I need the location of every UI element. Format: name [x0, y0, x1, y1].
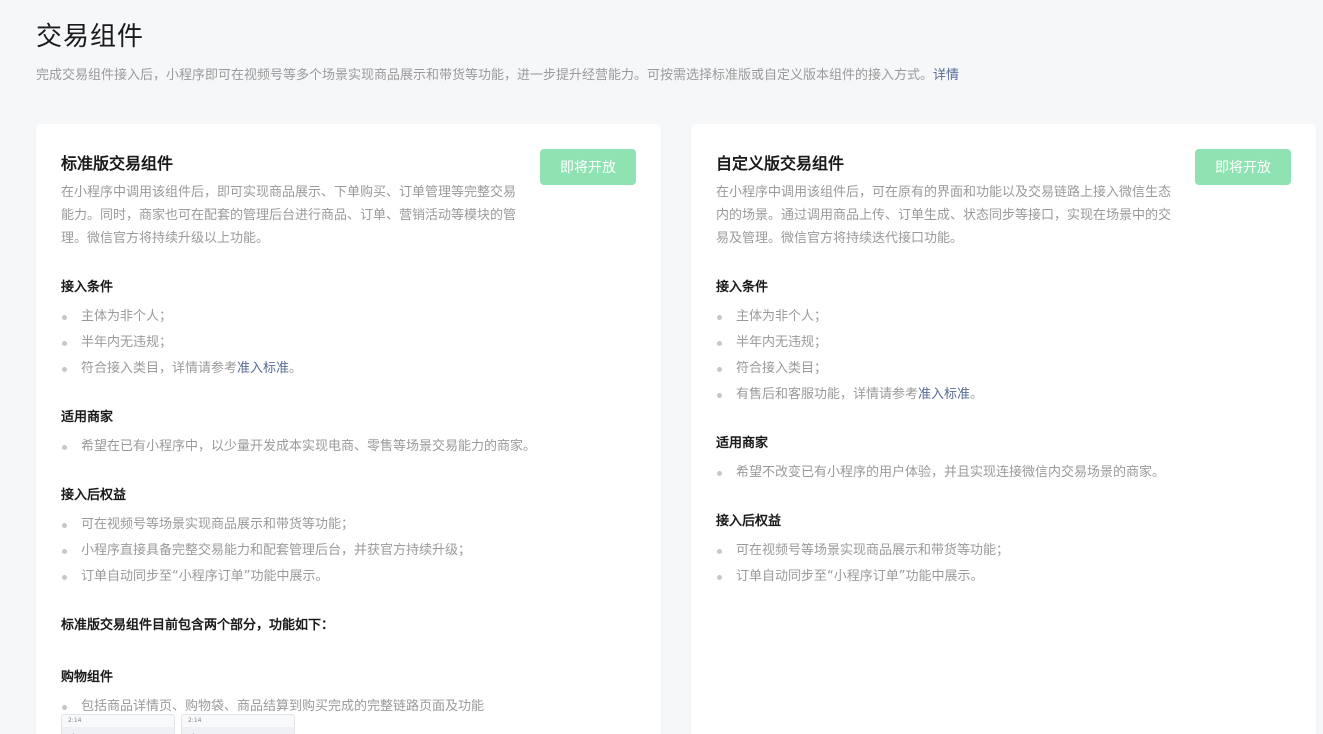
page: 交易组件 完成交易组件接入后，小程序即可在视频号等多个场景实现商品展示和带货等功…	[0, 0, 1323, 734]
page-description: 完成交易组件接入后，小程序即可在视频号等多个场景实现商品展示和带货等功能，进一步…	[36, 64, 959, 83]
list-item: 半年内无违规；	[61, 330, 641, 356]
merchants-section: 适用商家 希望不改变已有小程序的用户体验，并且实现连接微信内交易场景的商家。	[716, 434, 1296, 486]
parts-note: 标准版交易组件目前包含两个部分，功能如下：	[61, 618, 335, 633]
list-item: 符合接入类目，详情请参考准入标准。	[61, 356, 641, 382]
conditions-section: 接入条件 主体为非个人； 半年内无违规； 符合接入类目，详情请参考准入标准。	[61, 278, 641, 382]
list-item: 主体为非个人；	[716, 304, 1296, 330]
benefits-section: 接入后权益 可在视频号等场景实现商品展示和带货等功能； 订单自动同步至“小程序订…	[716, 512, 1296, 590]
benefits-list: 可在视频号等场景实现商品展示和带货等功能； 小程序直接具备完整交易能力和配套管理…	[61, 512, 641, 590]
list-item: 小程序直接具备完整交易能力和配套管理后台，并获官方持续升级；	[61, 538, 641, 564]
admission-standard-link[interactable]: 准入标准	[237, 361, 289, 376]
list-item: 有售后和客服功能，详情请参考准入标准。	[716, 382, 1296, 408]
standard-component-card: 标准版交易组件 即将开放 在小程序中调用该组件后，即可实现商品展示、下单购买、订…	[36, 124, 661, 734]
benefits-list: 可在视频号等场景实现商品展示和带货等功能； 订单自动同步至“小程序订单”功能中展…	[716, 538, 1296, 590]
list-item-text: 有售后和客服功能，详情请参考	[736, 387, 919, 402]
card-description: 在小程序中调用该组件后，即可实现商品展示、下单购买、订单管理等完整交易能力。同时…	[61, 185, 517, 246]
card-title: 自定义版交易组件	[716, 154, 845, 173]
merchants-section: 适用商家 希望在已有小程序中，以少量开发成本实现电商、零售等场景交易能力的商家。	[61, 408, 641, 460]
list-item-text: 符合接入类目，详情请参考	[81, 361, 238, 376]
coming-soon-button[interactable]: 即将开放	[540, 149, 636, 185]
list-item: 可在视频号等场景实现商品展示和带货等功能；	[716, 538, 1296, 564]
conditions-list: 主体为非个人； 半年内无违规； 符合接入类目，详情请参考准入标准。	[61, 304, 641, 382]
benefits-section: 接入后权益 可在视频号等场景实现商品展示和带货等功能； 小程序直接具备完整交易能…	[61, 486, 641, 590]
conditions-section: 接入条件 主体为非个人； 半年内无违规； 符合接入类目； 有售后和客服功能，详情…	[716, 278, 1296, 408]
parts-note-section: 标准版交易组件目前包含两个部分，功能如下：	[61, 616, 641, 642]
detail-link[interactable]: 详情	[933, 68, 959, 83]
screenshot-thumbnails: 2:14 < 2:14 <	[61, 714, 295, 734]
list-item-suffix: 。	[970, 387, 984, 402]
list-item: 希望在已有小程序中，以少量开发成本实现电商、零售等场景交易能力的商家。	[61, 434, 641, 460]
list-item: 符合接入类目；	[716, 356, 1296, 382]
section-title: 接入后权益	[61, 488, 127, 503]
list-item-suffix: 。	[289, 361, 303, 376]
section-title: 适用商家	[61, 410, 114, 425]
list-item: 希望不改变已有小程序的用户体验，并且实现连接微信内交易场景的商家。	[716, 460, 1296, 486]
coming-soon-button[interactable]: 即将开放	[1195, 149, 1291, 185]
list-item: 可在视频号等场景实现商品展示和带货等功能；	[61, 512, 641, 538]
merchants-list: 希望在已有小程序中，以少量开发成本实现电商、零售等场景交易能力的商家。	[61, 434, 641, 460]
list-item: 订单自动同步至“小程序订单”功能中展示。	[61, 564, 641, 590]
thumbnail-time: 2:14	[68, 717, 82, 724]
merchants-list: 希望不改变已有小程序的用户体验，并且实现连接微信内交易场景的商家。	[716, 460, 1296, 486]
conditions-list: 主体为非个人； 半年内无违规； 符合接入类目； 有售后和客服功能，详情请参考准入…	[716, 304, 1296, 408]
page-title: 交易组件	[36, 22, 145, 52]
section-title: 接入后权益	[716, 514, 782, 529]
custom-component-card: 自定义版交易组件 即将开放 在小程序中调用该组件后，可在原有的界面和功能以及交易…	[691, 124, 1316, 734]
card-title: 标准版交易组件	[61, 154, 174, 173]
list-item: 半年内无违规；	[716, 330, 1296, 356]
thumbnail-time: 2:14	[188, 717, 202, 724]
page-description-text: 完成交易组件接入后，小程序即可在视频号等多个场景实现商品展示和带货等功能，进一步…	[36, 68, 934, 83]
screenshot-thumbnail[interactable]: 2:14 <	[181, 714, 295, 734]
screenshot-thumbnail[interactable]: 2:14 <	[61, 714, 175, 734]
shopping-section: 购物组件 包括商品详情页、购物袋、商品结算到购买完成的完整链路页面及功能	[61, 668, 641, 720]
section-title: 接入条件	[61, 280, 114, 295]
admission-standard-link[interactable]: 准入标准	[918, 387, 970, 402]
section-title: 接入条件	[716, 280, 769, 295]
list-item: 主体为非个人；	[61, 304, 641, 330]
card-description: 在小程序中调用该组件后，可在原有的界面和功能以及交易链路上接入微信生态内的场景。…	[716, 185, 1172, 246]
section-title: 购物组件	[61, 670, 114, 685]
list-item: 订单自动同步至“小程序订单”功能中展示。	[716, 564, 1296, 590]
section-title: 适用商家	[716, 436, 769, 451]
